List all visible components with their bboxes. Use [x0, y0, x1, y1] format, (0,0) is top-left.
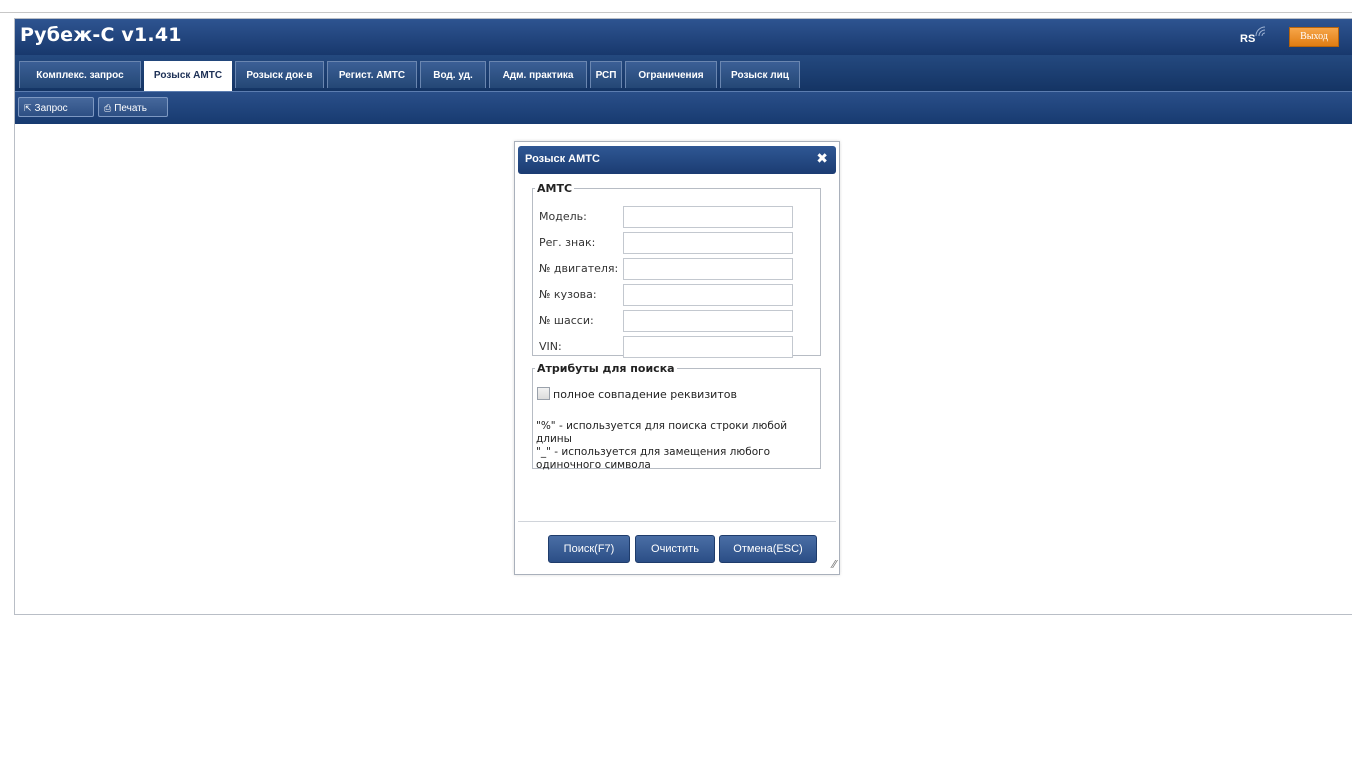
tab-complex-query[interactable]: Комплекс. запрос [19, 61, 141, 88]
rs-logo-text: RS [1240, 33, 1256, 45]
tab-bar: Комплекс. запрос Розыск АМТС Розыск док-… [15, 55, 1352, 91]
top-divider [0, 12, 1352, 13]
signal-waves-icon [1255, 26, 1266, 37]
vehicle-search-dialog: Розыск АМТС ✖ АМТС Модель: Рег. знак: № … [514, 141, 840, 575]
engine-number-input[interactable] [623, 258, 793, 280]
hint-percent: "%" - используется для поиска строки люб… [536, 420, 788, 445]
app-header: Рубеж-С v1.41 RS Выход [15, 19, 1352, 55]
query-button[interactable]: ⇱ Запрос [18, 97, 94, 117]
exact-match-label: полное совпадение реквизитов [553, 388, 737, 401]
model-label: Модель: [539, 210, 587, 223]
dialog-title: Розыск АМТС [525, 153, 600, 165]
search-hints: "%" - используется для поиска строки люб… [536, 420, 806, 472]
close-icon[interactable]: ✖ [816, 151, 828, 167]
tab-admin-practice[interactable]: Адм. практика [489, 61, 587, 88]
app-title: Рубеж-С v1.41 [20, 24, 182, 46]
tab-vehicle-search[interactable]: Розыск АМТС [144, 61, 232, 91]
tab-rsp[interactable]: РСП [590, 61, 622, 88]
query-icon: ⇱ [24, 103, 32, 113]
vehicle-legend: АМТС [537, 182, 573, 195]
tab-vehicle-registration[interactable]: Регист. АМТС [327, 61, 417, 88]
dialog-header: Розыск АМТС ✖ [518, 146, 836, 174]
hint-underscore: "_" - используется для замещения любого … [536, 446, 771, 471]
tab-restrictions[interactable]: Ограничения [625, 61, 717, 88]
body-number-label: № кузова: [539, 288, 597, 301]
model-input[interactable] [623, 206, 793, 228]
print-button[interactable]: ⎙ Печать [98, 97, 168, 117]
vehicle-fieldset: АМТС Модель: Рег. знак: № двигателя: № к… [532, 182, 821, 358]
search-button[interactable]: Поиск(F7) [548, 535, 630, 563]
vin-input[interactable] [623, 336, 793, 358]
dialog-footer-divider [518, 521, 836, 522]
search-attributes-fieldset: Атрибуты для поиска полное совпадение ре… [532, 362, 821, 472]
exact-match-checkbox[interactable] [537, 387, 550, 400]
print-label: Печать [114, 103, 147, 114]
exact-match-row: полное совпадение реквизитов [537, 387, 737, 401]
exit-button[interactable]: Выход [1289, 27, 1339, 47]
vin-label: VIN: [539, 340, 562, 353]
query-label: Запрос [34, 103, 68, 114]
body-number-input[interactable] [623, 284, 793, 306]
toolbar: ⇱ Запрос ⎙ Печать [15, 91, 1352, 124]
printer-icon: ⎙ [104, 103, 112, 113]
tab-person-search[interactable]: Розыск лиц [720, 61, 800, 88]
tab-document-search[interactable]: Розыск док-в [235, 61, 324, 88]
search-attributes-legend: Атрибуты для поиска [537, 362, 675, 375]
resize-grip-icon[interactable]: ⁄⁄ [832, 558, 836, 571]
chassis-number-input[interactable] [623, 310, 793, 332]
reg-plate-input[interactable] [623, 232, 793, 254]
clear-button[interactable]: Очистить [635, 535, 715, 563]
engine-number-label: № двигателя: [539, 262, 619, 275]
cancel-button[interactable]: Отмена(ESC) [719, 535, 817, 563]
reg-plate-label: Рег. знак: [539, 236, 596, 249]
tab-drivers-license[interactable]: Вод. уд. [420, 61, 486, 88]
chassis-number-label: № шасси: [539, 314, 594, 327]
